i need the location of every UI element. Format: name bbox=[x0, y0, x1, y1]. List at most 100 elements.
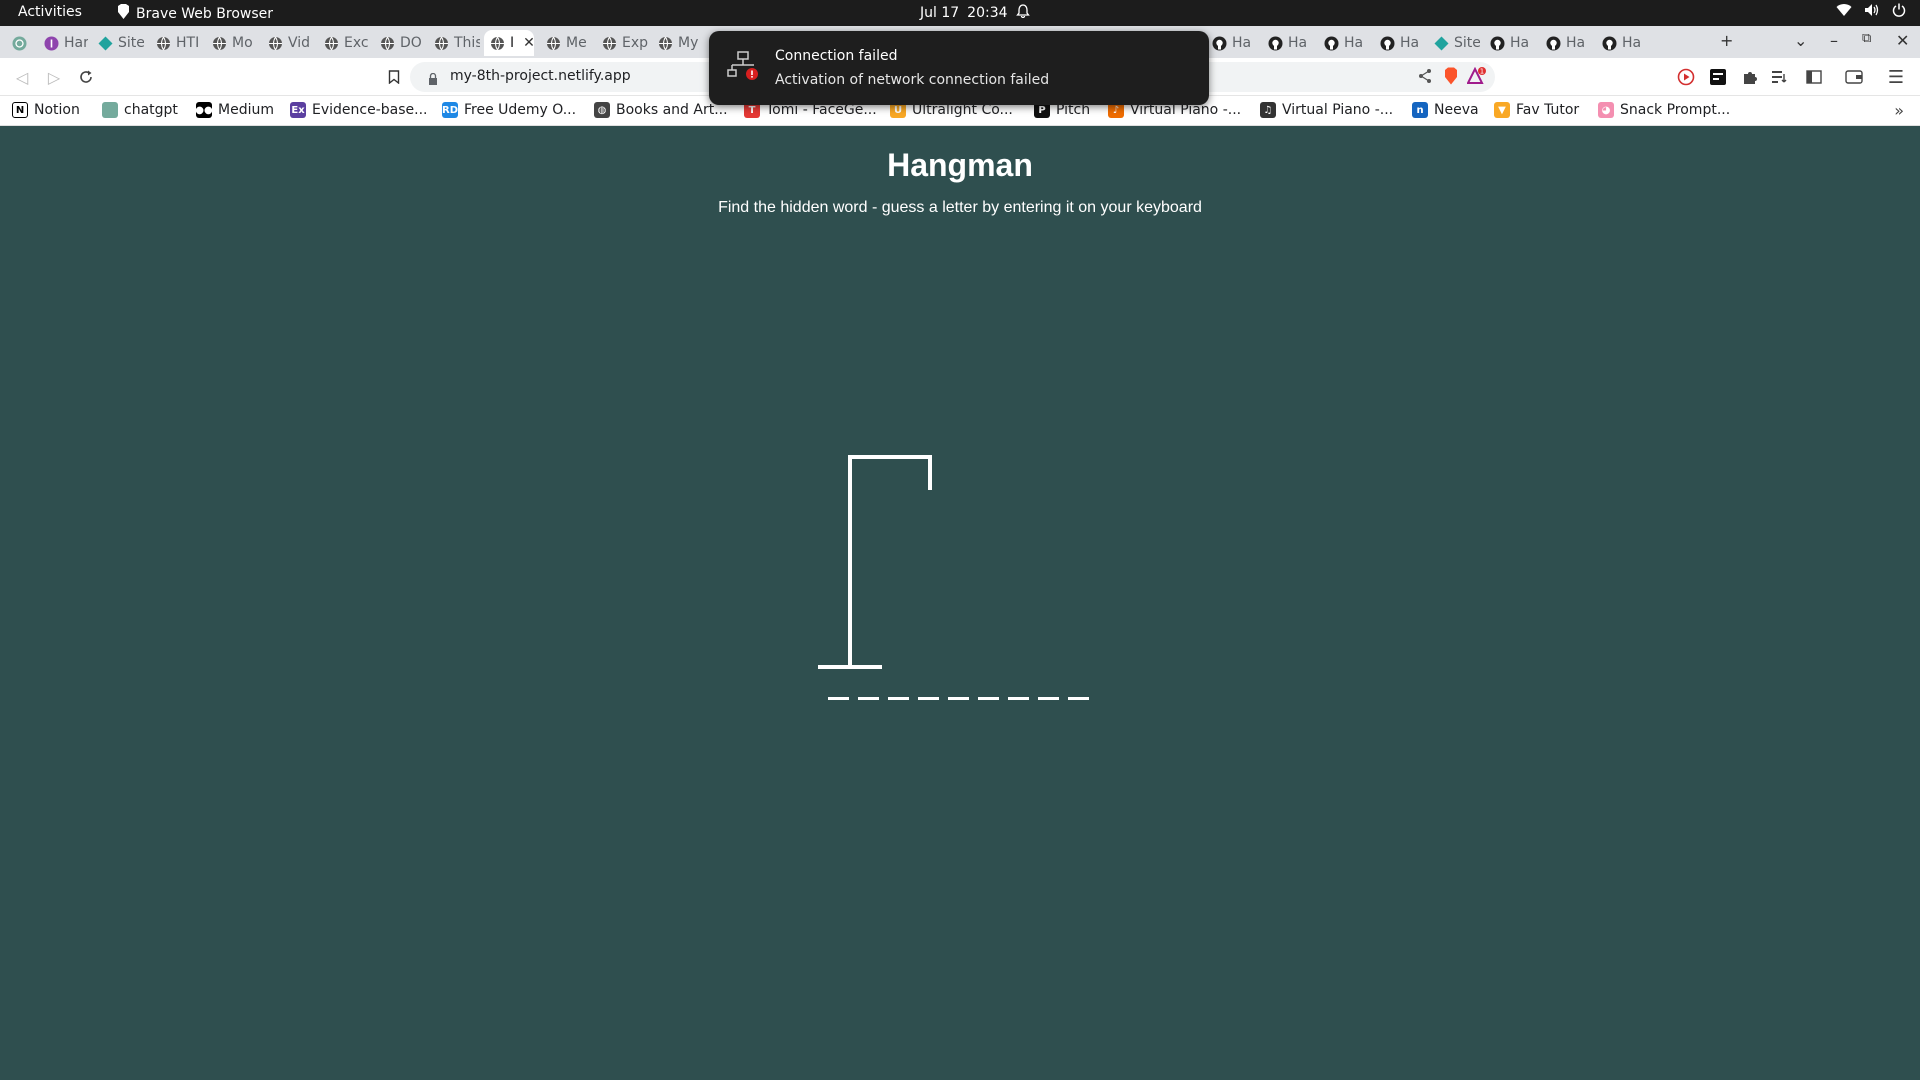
new-tab-button[interactable]: + bbox=[1720, 31, 1733, 50]
browser-tab[interactable]: DO bbox=[374, 30, 424, 56]
tab-label: Site bbox=[118, 35, 144, 51]
rewards-badge-count: 1 bbox=[1480, 68, 1484, 76]
bookmark-icon bbox=[388, 70, 400, 84]
bookmark-item[interactable]: chatgpt bbox=[102, 102, 178, 118]
tab-label: Ha bbox=[1288, 35, 1308, 51]
github-icon bbox=[1380, 36, 1395, 51]
back-button[interactable]: ◁ bbox=[12, 67, 32, 87]
letter-slot bbox=[888, 697, 909, 700]
browser-tab[interactable]: I ✕ bbox=[484, 30, 534, 56]
tab-label: Har bbox=[64, 35, 88, 51]
snack-icon: ◕ bbox=[1598, 102, 1614, 118]
media-player-extension-icon[interactable] bbox=[1676, 67, 1696, 87]
bookmark-item[interactable]: n Neeva bbox=[1412, 102, 1479, 118]
bookmark-item[interactable]: N Notion bbox=[12, 102, 80, 118]
bookmarks-overflow-chevron-icon[interactable]: » bbox=[1894, 101, 1904, 120]
clock-date: Jul 17 bbox=[920, 5, 960, 21]
bookmark-label: Free Udemy O... bbox=[464, 102, 577, 118]
browser-tab[interactable]: Mo bbox=[206, 30, 258, 56]
tab-label: Ha bbox=[1400, 35, 1420, 51]
system-top-bar: Activities Brave Web Browser Jul 17 20:3… bbox=[0, 0, 1920, 26]
letter-slot bbox=[1068, 697, 1089, 700]
browser-tab[interactable]: This bbox=[428, 30, 480, 56]
favtutor-icon: ▼ bbox=[1494, 102, 1510, 118]
brave-shields-icon[interactable] bbox=[1443, 67, 1459, 89]
notion-icon: N bbox=[12, 102, 28, 118]
notification-toast[interactable]: Connection failed Activation of network … bbox=[709, 31, 1209, 105]
tab-label: Site bbox=[1454, 35, 1480, 51]
reading-list-icon[interactable] bbox=[1770, 67, 1790, 87]
clock[interactable]: Jul 17 20:34 bbox=[920, 4, 1030, 22]
browser-tab[interactable]: Site bbox=[1428, 30, 1480, 56]
activities-button[interactable]: Activities bbox=[18, 4, 82, 20]
browser-tab[interactable]: Ha bbox=[1318, 30, 1370, 56]
browser-tab[interactable]: Exp bbox=[596, 30, 648, 56]
bookmark-item[interactable]: ●● Medium bbox=[195, 102, 274, 118]
reload-button[interactable] bbox=[76, 67, 96, 87]
bookmark-item[interactable]: Ex Evidence-base... bbox=[290, 102, 427, 118]
browser-tab[interactable]: Ha bbox=[1206, 30, 1258, 56]
forward-button[interactable]: ▷ bbox=[44, 67, 64, 87]
tab-label: Ha bbox=[1232, 35, 1252, 51]
globe-icon bbox=[324, 36, 339, 51]
bookmark-item[interactable]: ◍ Books and Art... bbox=[594, 102, 728, 118]
browser-tab[interactable]: Ha bbox=[1262, 30, 1314, 56]
purple-circle-icon bbox=[44, 36, 59, 51]
letter-slot bbox=[1008, 697, 1029, 700]
notification-body: Activation of network connection failed bbox=[775, 72, 1050, 88]
app-name: Brave Web Browser bbox=[136, 5, 273, 22]
share-icon[interactable] bbox=[1417, 68, 1433, 88]
tab-search-chevron-icon[interactable]: ⌄ bbox=[1794, 31, 1807, 50]
wallet-icon[interactable] bbox=[1844, 67, 1864, 87]
browser-tab[interactable]: Har bbox=[38, 30, 88, 56]
browser-tab[interactable]: Vid bbox=[262, 30, 314, 56]
bookmark-item[interactable]: ♫ Virtual Piano -... bbox=[1260, 102, 1393, 118]
tab-label: I bbox=[510, 35, 515, 51]
browser-tab[interactable]: HTI bbox=[150, 30, 202, 56]
url-text[interactable]: my-8th-project.netlify.app bbox=[450, 68, 631, 84]
globe-icon: ◍ bbox=[594, 102, 610, 118]
netlify-diamond-icon bbox=[1434, 36, 1449, 51]
tab-label: Vid bbox=[288, 35, 311, 51]
bookmark-label: Evidence-base... bbox=[312, 102, 428, 118]
browser-tab[interactable]: Site bbox=[92, 30, 144, 56]
close-tab-icon[interactable]: ✕ bbox=[523, 35, 534, 51]
clock-time: 20:34 bbox=[967, 5, 1008, 21]
tab-label: HTI bbox=[176, 35, 200, 51]
app-menu[interactable]: Brave Web Browser bbox=[117, 4, 273, 23]
system-tray[interactable] bbox=[1836, 3, 1906, 21]
tab-label: Ha bbox=[1566, 35, 1586, 51]
bookmark-label: Notion bbox=[34, 102, 80, 118]
browser-tab[interactable]: Ha bbox=[1484, 30, 1536, 56]
brave-rewards-icon[interactable]: 1 bbox=[1466, 66, 1487, 89]
bookmark-item[interactable]: ◕ Snack Prompt... bbox=[1598, 102, 1730, 118]
tab-label: Exp bbox=[622, 35, 648, 51]
tab-label: Exc bbox=[344, 35, 369, 51]
main-menu-icon[interactable]: ☰ bbox=[1886, 67, 1906, 88]
sidebar-toggle-icon[interactable] bbox=[1804, 67, 1824, 87]
ex-icon: Ex bbox=[290, 102, 306, 118]
bookmark-item[interactable]: RD Free Udemy O... bbox=[442, 102, 576, 118]
restore-window-button[interactable]: ⧉ bbox=[1862, 31, 1871, 46]
extensions-puzzle-icon[interactable] bbox=[1740, 67, 1760, 87]
browser-tab[interactable]: Exc bbox=[318, 30, 370, 56]
bookmark-label: Medium bbox=[218, 102, 274, 118]
bookmark-label: Books and Art... bbox=[616, 102, 728, 118]
github-icon bbox=[1324, 36, 1339, 51]
netlify-diamond-icon bbox=[98, 36, 113, 51]
browser-tab[interactable]: My bbox=[652, 30, 704, 56]
minimize-window-button[interactable]: – bbox=[1830, 31, 1838, 50]
close-window-button[interactable]: ✕ bbox=[1896, 31, 1909, 50]
dark-extension-icon[interactable] bbox=[1708, 67, 1728, 87]
bookmark-label: Snack Prompt... bbox=[1620, 102, 1731, 118]
chatgpt-icon bbox=[102, 102, 118, 118]
browser-tab[interactable]: Ha bbox=[1596, 30, 1648, 56]
bookmark-page-button[interactable] bbox=[384, 67, 404, 87]
bookmark-label: Virtual Piano -... bbox=[1282, 102, 1394, 118]
browser-tab[interactable]: Me bbox=[540, 30, 592, 56]
browser-tab[interactable]: Ha bbox=[1540, 30, 1592, 56]
bookmark-item[interactable]: ▼ Fav Tutor bbox=[1494, 102, 1579, 118]
alarm-bell-icon bbox=[1015, 4, 1030, 22]
browser-tab[interactable] bbox=[6, 30, 34, 56]
browser-tab[interactable]: Ha bbox=[1374, 30, 1426, 56]
